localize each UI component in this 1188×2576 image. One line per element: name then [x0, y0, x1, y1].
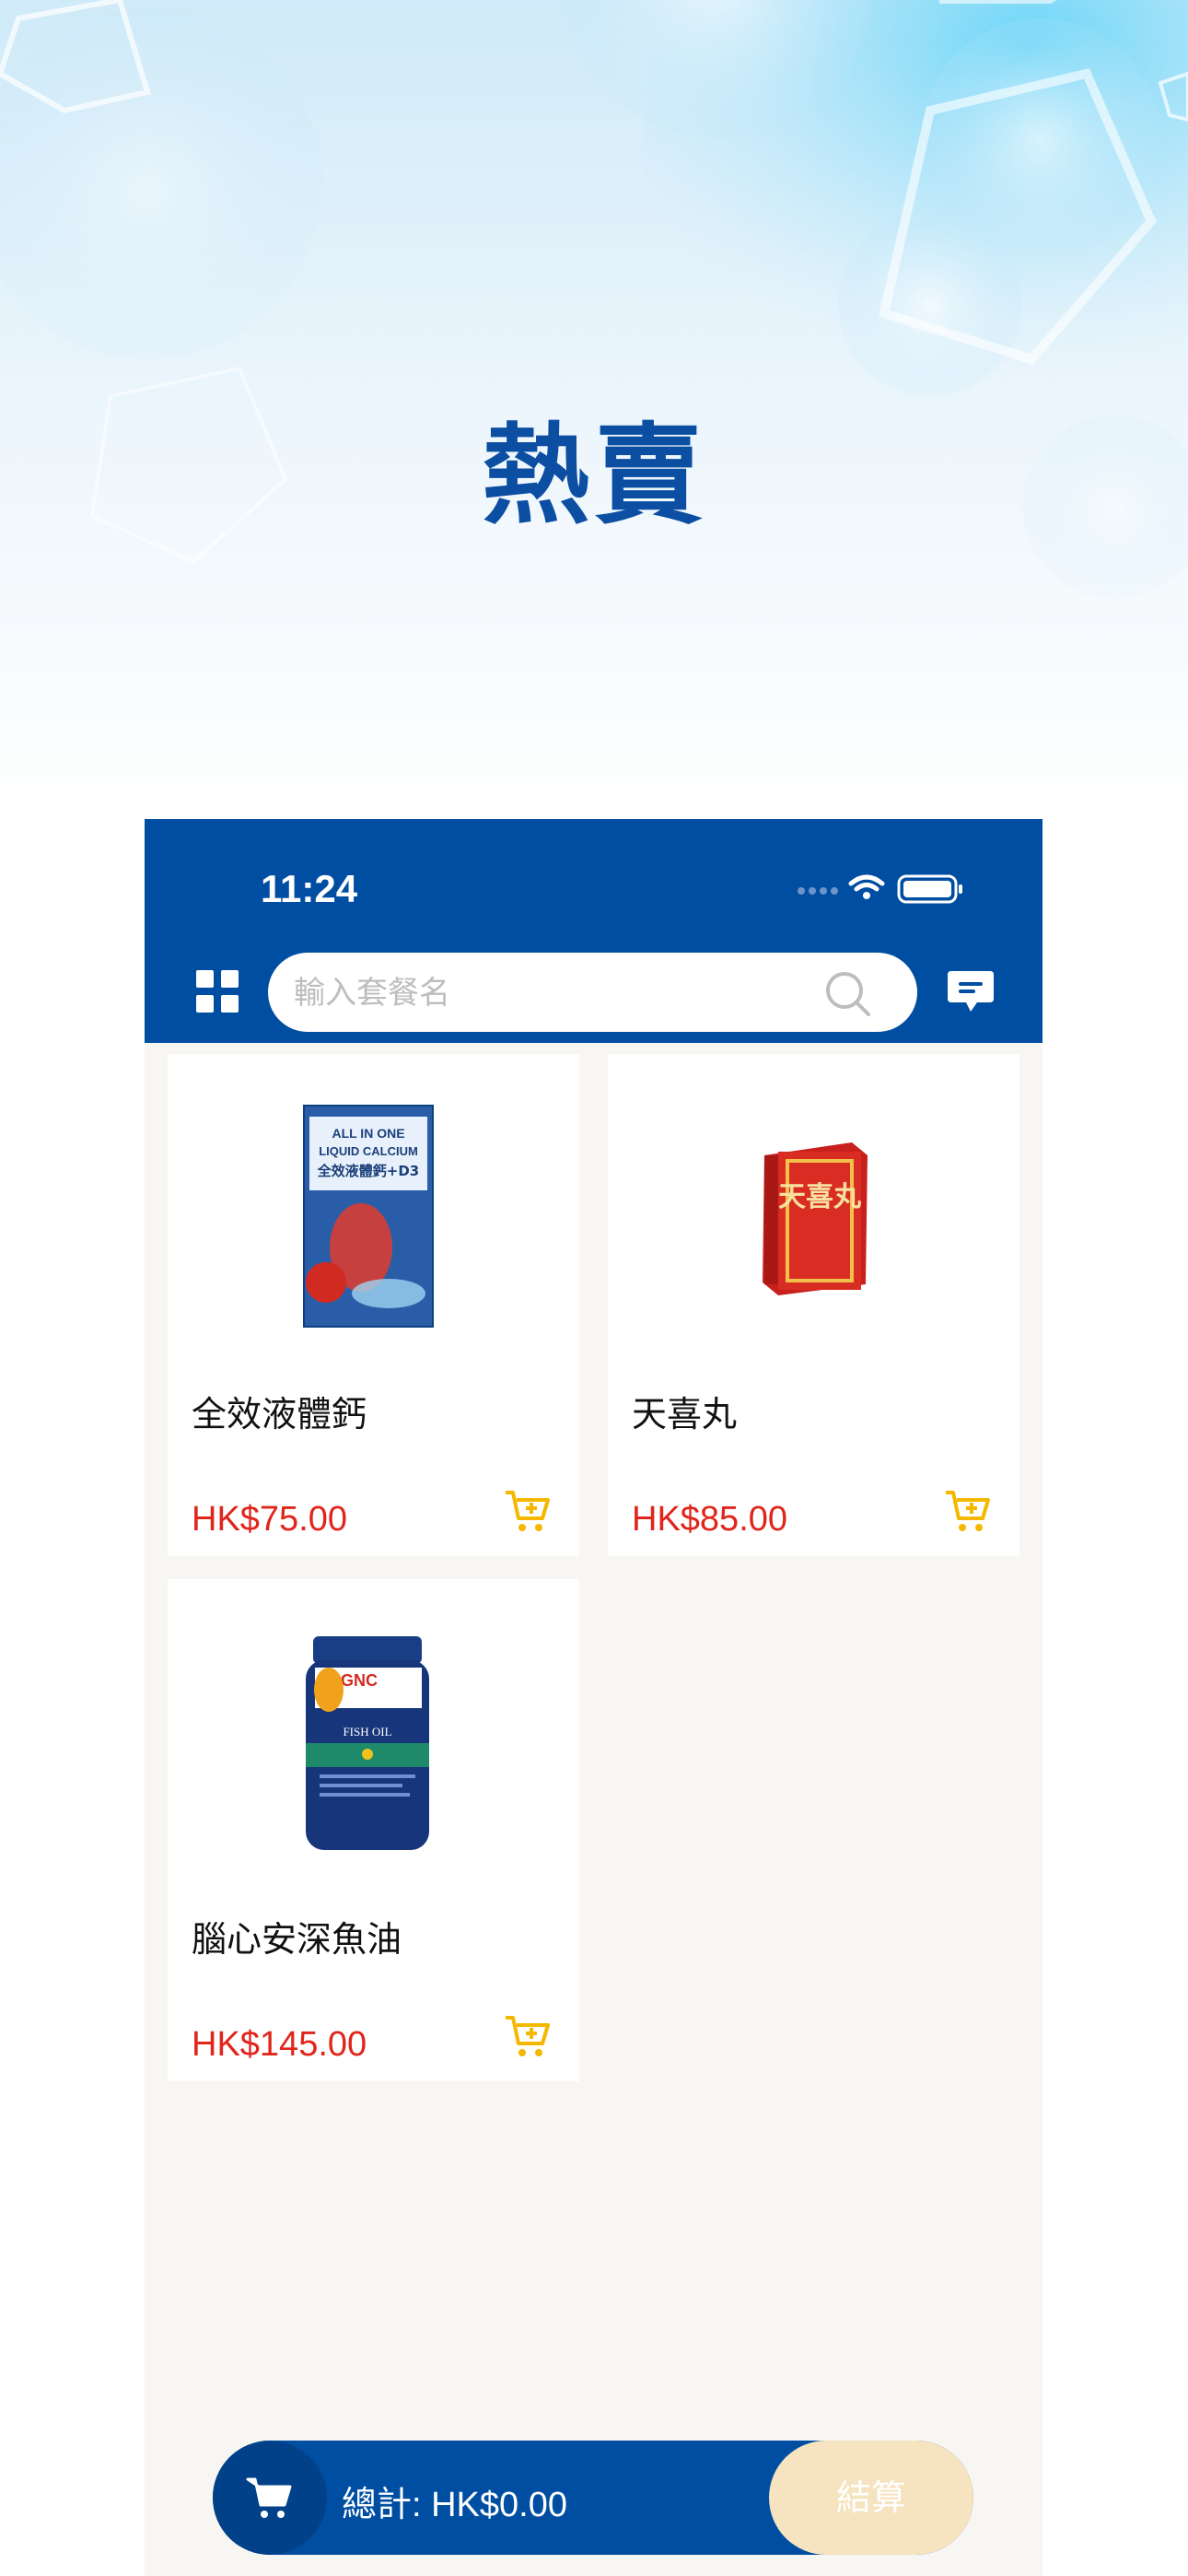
- herbal-pill-box-image: 天喜丸: [763, 1142, 868, 1295]
- page-title: 熱賣: [481, 412, 706, 539]
- checkout-button[interactable]: 結算: [769, 2441, 973, 2555]
- svg-text:FISH OIL: FISH OIL: [343, 1725, 391, 1739]
- product-price: HK$145.00: [192, 2025, 367, 2064]
- battery-icon: [897, 874, 962, 904]
- product-card[interactable]: ALL IN ONE LIQUID CALCIUM 全效液體鈣+D3 全效液體鈣…: [168, 1054, 579, 1556]
- product-name: 腦心安深魚油: [192, 1919, 402, 1960]
- svg-text:天喜丸: 天喜丸: [778, 1181, 861, 1213]
- add-to-cart-icon[interactable]: [944, 1487, 992, 1535]
- product-price: HK$75.00: [192, 1500, 348, 1539]
- message-icon[interactable]: [946, 969, 996, 1015]
- cart-icon: [246, 2477, 292, 2518]
- search-icon[interactable]: [825, 971, 871, 1017]
- app-screen: 11:24 輸入套餐名 ALL IN ONE LIQUID CALCIUM 全效…: [145, 819, 1042, 2576]
- product-card[interactable]: GNC FISH OIL 腦心安深魚油 HK$145.00: [168, 1579, 579, 2081]
- status-icons: [798, 874, 962, 904]
- cart-button[interactable]: [213, 2441, 327, 2555]
- top-bar: 11:24: [145, 819, 1042, 1043]
- add-to-cart-icon[interactable]: [504, 2012, 552, 2060]
- product-name: 天喜丸: [632, 1394, 738, 1434]
- svg-text:全效液體鈣+D3: 全效液體鈣+D3: [317, 1163, 419, 1179]
- category-grid-icon[interactable]: [196, 970, 239, 1013]
- status-time: 11:24: [261, 867, 358, 910]
- search-bar: [268, 953, 917, 1034]
- cart-total: 總計: HK$0.00: [342, 2486, 567, 2524]
- product-card[interactable]: 天喜丸 天喜丸 HK$85.00: [608, 1054, 1019, 1556]
- svg-text:GNC: GNC: [341, 1671, 378, 1690]
- product-price: HK$85.00: [632, 1500, 788, 1539]
- cart-summary-bar: 總計: HK$0.00 結算: [213, 2441, 973, 2555]
- fish-oil-bottle-image: GNC FISH OIL: [306, 1636, 429, 1850]
- wifi-icon: [848, 874, 885, 899]
- svg-text:ALL IN ONE: ALL IN ONE: [332, 1126, 404, 1141]
- search-input[interactable]: [292, 953, 811, 1034]
- add-to-cart-icon[interactable]: [504, 1487, 552, 1535]
- calcium-box-image: ALL IN ONE LIQUID CALCIUM 全效液體鈣+D3: [303, 1105, 434, 1328]
- svg-text:LIQUID CALCIUM: LIQUID CALCIUM: [319, 1144, 418, 1158]
- product-name: 全效液體鈣: [192, 1394, 367, 1434]
